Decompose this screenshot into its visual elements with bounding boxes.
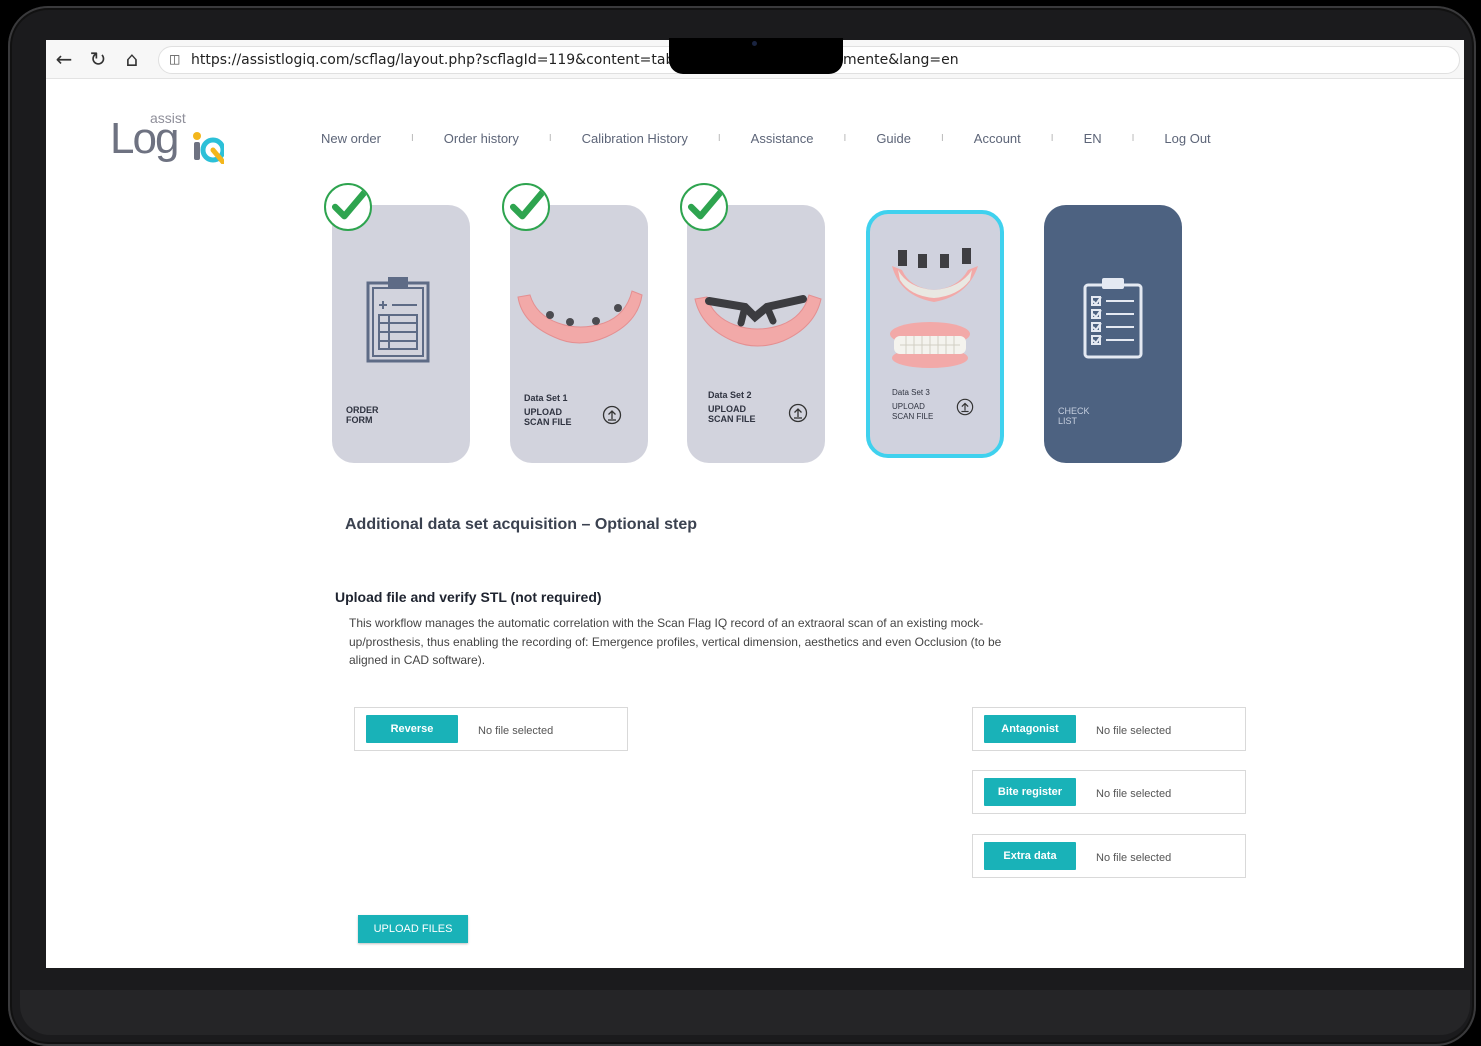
step-card-order-form[interactable]: ORDER FORM <box>332 205 470 463</box>
reload-icon[interactable]: ↻ <box>86 47 110 71</box>
completed-check-icon <box>324 183 372 231</box>
checklist-icon <box>1083 278 1143 359</box>
step-label-line1: UPLOAD <box>524 407 562 417</box>
url-text-tail: mente&lang=en <box>843 52 959 68</box>
nav-order-history[interactable]: Order history <box>444 131 519 146</box>
nav-separator: I <box>410 132 414 144</box>
step-card-data-set-3[interactable]: Data Set 3 UPLOAD SCAN FILE <box>866 210 1004 458</box>
nav-calibration-history[interactable]: Calibration History <box>582 131 688 146</box>
nav-language[interactable]: EN <box>1084 131 1102 146</box>
lock-icon: ◫ <box>169 52 181 66</box>
url-text: https://assistlogiq.com/scflag/layout.ph… <box>191 52 736 68</box>
nav-log-out[interactable]: Log Out <box>1164 131 1210 146</box>
file-status: No file selected <box>1096 788 1172 800</box>
bite-register-file-button[interactable]: Bite register <box>984 778 1076 806</box>
step-label-line2: SCAN FILE <box>708 414 756 424</box>
reverse-file-button[interactable]: Reverse <box>366 715 458 743</box>
nav-new-order[interactable]: New order <box>321 131 381 146</box>
laptop-bottom-bezel <box>20 990 1470 1035</box>
step-label-line2: SCAN FILE <box>892 412 934 421</box>
prosthesis-with-abutments-image <box>892 248 978 302</box>
upload-icon[interactable] <box>788 403 808 423</box>
step-label-line2: SCAN FILE <box>524 417 572 427</box>
workflow-description: This workflow manages the automatic corr… <box>349 616 1002 667</box>
step-card-check-list[interactable]: CHECK LIST <box>1044 205 1182 463</box>
step-card-data-set-2[interactable]: Data Set 2 UPLOAD SCAN FILE <box>687 205 825 463</box>
upload-files-button[interactable]: UPLOAD FILES <box>358 915 468 943</box>
file-input-extra-data: Extra data No file selected <box>972 834 1246 878</box>
step-label-line1: ORDER <box>346 405 379 415</box>
logo-iq-mark <box>193 132 224 164</box>
nav-separator: I <box>941 132 944 144</box>
step-data-set-label: Data Set 2 <box>708 390 752 400</box>
denture-image <box>890 322 970 368</box>
section-subtitle: Upload file and verify STL (not required… <box>335 589 602 605</box>
step-label-line1: CHECK <box>1058 406 1090 416</box>
jaw-scan-bar-image <box>694 294 822 347</box>
back-arrow-icon[interactable]: ← <box>52 47 76 71</box>
page-title: Additional data set acquisition – Option… <box>345 516 698 533</box>
assistlogiq-logo[interactable]: assist Log <box>110 110 240 164</box>
file-input-antagonist: Antagonist No file selected <box>972 707 1246 751</box>
nav-separator: I <box>1131 132 1135 144</box>
step-label-line1: UPLOAD <box>892 402 925 411</box>
file-status: No file selected <box>1096 725 1172 737</box>
extra-data-file-button[interactable]: Extra data <box>984 842 1076 870</box>
antagonist-file-button[interactable]: Antagonist <box>984 715 1076 743</box>
upload-icon[interactable] <box>602 405 622 425</box>
step-label-line1: UPLOAD <box>708 404 746 414</box>
camera-lens <box>752 41 757 46</box>
nav-separator: I <box>843 132 847 144</box>
completed-check-icon <box>502 183 550 231</box>
upload-icon[interactable] <box>956 398 974 416</box>
file-status: No file selected <box>478 725 554 737</box>
nav-separator: I <box>1050 132 1054 144</box>
step-data-set-label: Data Set 3 <box>892 388 930 397</box>
step-label-line2: FORM <box>346 415 373 425</box>
step-label-line2: LIST <box>1058 416 1078 426</box>
jaw-scan-image <box>517 290 643 344</box>
nav-separator: I <box>548 132 552 144</box>
file-input-reverse: Reverse No file selected <box>354 707 628 751</box>
nav-account[interactable]: Account <box>974 131 1021 146</box>
step-data-set-label: Data Set 1 <box>524 393 568 403</box>
nav-assistance[interactable]: Assistance <box>751 131 814 146</box>
clipboard-form-icon <box>366 277 430 363</box>
completed-check-icon <box>680 183 728 231</box>
browser-screen: ← ↻ ⌂ ◫ https://assistlogiq.com/scflag/l… <box>46 40 1464 968</box>
file-status: No file selected <box>1096 852 1172 864</box>
logo-main-text: Log <box>110 114 179 163</box>
step-card-data-set-1[interactable]: Data Set 1 UPLOAD SCAN FILE <box>510 205 648 463</box>
nav-guide[interactable]: Guide <box>876 131 911 146</box>
nav-separator: I <box>717 132 721 144</box>
main-nav: New order I Order history I Calibration … <box>321 128 1211 148</box>
home-icon[interactable]: ⌂ <box>120 47 144 71</box>
file-input-bite-register: Bite register No file selected <box>972 770 1246 814</box>
